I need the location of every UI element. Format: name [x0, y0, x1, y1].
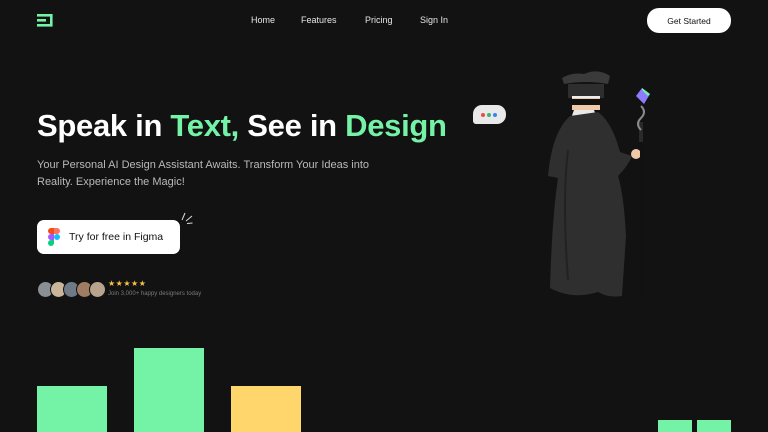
avatar [89, 281, 106, 298]
logo-icon[interactable] [36, 12, 54, 30]
hero-headline: Speak in Text, See in Design [37, 108, 447, 144]
nav-home[interactable]: Home [251, 15, 275, 25]
hero-subtitle: Your Personal AI Design Assistant Awaits… [37, 159, 370, 188]
get-started-label: Get Started [667, 15, 711, 26]
try-figma-button[interactable]: Try for free in Figma [37, 220, 180, 254]
bubble-dot [481, 113, 485, 117]
decor-bar [134, 348, 204, 432]
try-figma-label: Try for free in Figma [69, 231, 164, 243]
decor-bar [37, 386, 107, 432]
figma-icon [48, 228, 60, 246]
rating-stars: ★★★★★ [108, 279, 147, 288]
bubble-dot [493, 113, 497, 117]
nav-pricing[interactable]: Pricing [365, 15, 393, 25]
decor-bar [697, 420, 731, 432]
chat-bubble-icon [473, 105, 506, 124]
social-proof-text: Join 3,000+ happy designers today [108, 291, 202, 297]
wizard-illustration [548, 71, 650, 298]
get-started-button[interactable]: Get Started [647, 8, 731, 33]
decor-bar [658, 420, 692, 432]
user-avatars [37, 281, 107, 298]
bubble-dot [487, 113, 491, 117]
headline-text-1: Speak in [37, 108, 171, 143]
nav-features[interactable]: Features [301, 15, 337, 25]
headline-text-4: Design [345, 108, 447, 143]
headline-text-2: Text, [170, 108, 239, 143]
nav-sign-in[interactable]: Sign In [420, 15, 448, 25]
headline-text-3: See in [238, 108, 346, 143]
decor-bar [231, 386, 301, 432]
sparkle-icon [181, 212, 193, 224]
